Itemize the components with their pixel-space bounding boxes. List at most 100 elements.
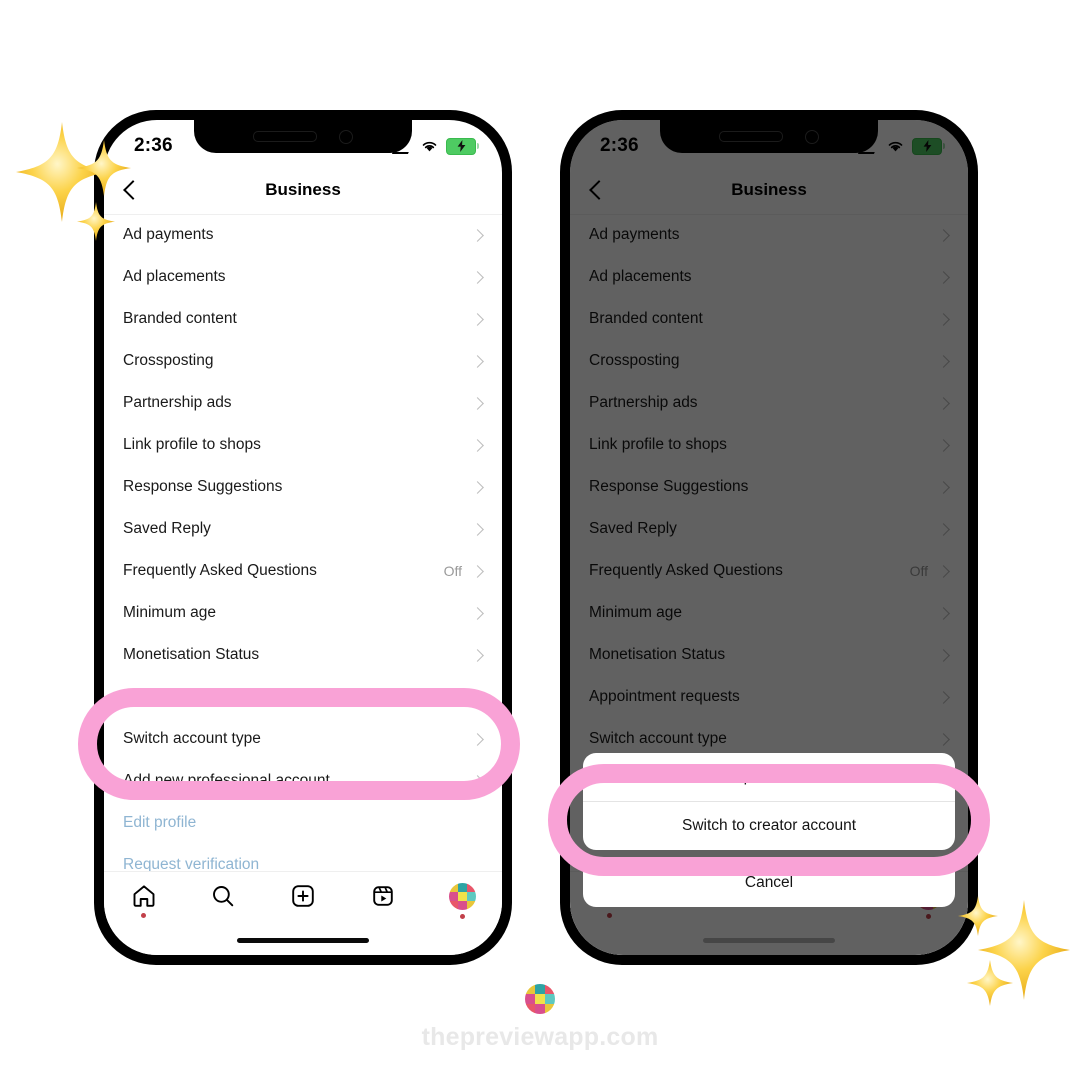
settings-row-label: Crossposting xyxy=(123,352,214,369)
settings-row-label: Frequently Asked Questions xyxy=(123,562,317,579)
chevron-right-icon xyxy=(471,522,484,536)
settings-row[interactable]: Partnership ads xyxy=(104,382,502,424)
settings-row-label: Partnership ads xyxy=(123,394,232,411)
action-sheet-options: Switch to personal account Switch to crea… xyxy=(583,753,955,850)
settings-row-label: Add new professional account xyxy=(123,772,330,789)
action-sheet-option[interactable]: Switch to personal account xyxy=(583,753,955,801)
chevron-right-icon xyxy=(471,270,484,284)
logo-grid-cell xyxy=(457,883,467,892)
chevron-right-icon xyxy=(471,228,484,242)
create-icon xyxy=(292,885,314,907)
wifi-icon xyxy=(422,141,437,152)
settings-row-label: Ad payments xyxy=(123,226,214,243)
logo-grid-cell xyxy=(535,994,545,1004)
logo-grid-cell xyxy=(448,883,458,892)
home-notification-dot xyxy=(141,913,147,918)
logo-grid-cell xyxy=(525,984,535,994)
chevron-right-icon xyxy=(471,396,484,410)
logo-grid-cell xyxy=(466,901,476,910)
settings-link-label: Edit profile xyxy=(123,814,197,831)
search-icon xyxy=(213,886,234,907)
chevron-right-icon xyxy=(471,774,484,788)
settings-row-label: Saved Reply xyxy=(123,520,211,537)
tab-create[interactable] xyxy=(276,883,330,918)
front-camera-icon xyxy=(805,129,819,144)
earpiece-speaker-icon xyxy=(253,131,317,142)
phone-mockup-left: 2:36 Business Ad payments Ad placements … xyxy=(94,110,512,965)
settings-row[interactable]: Add new professional account xyxy=(104,760,502,802)
settings-row[interactable]: Response Suggestions xyxy=(104,466,502,508)
chevron-right-icon xyxy=(471,354,484,368)
tab-search[interactable] xyxy=(196,883,250,918)
screenshot-canvas: 2:36 Business Ad payments Ad placements … xyxy=(0,0,1080,1080)
settings-row[interactable]: Crossposting xyxy=(104,340,502,382)
settings-row-value: Off xyxy=(443,563,462,579)
chevron-right-icon xyxy=(471,648,484,662)
home-icon xyxy=(133,885,155,907)
watermark-text: thepreviewapp.com xyxy=(421,1023,659,1051)
logo-grid-cell xyxy=(466,892,476,901)
chevron-right-icon xyxy=(471,312,484,326)
earpiece-speaker-icon xyxy=(719,131,783,142)
logo-grid-cell xyxy=(545,994,555,1004)
logo-grid-cell xyxy=(535,1004,545,1014)
front-camera-icon xyxy=(339,129,353,144)
settings-row-label: Branded content xyxy=(123,310,237,327)
tab-profile[interactable] xyxy=(435,883,489,919)
settings-row[interactable]: Branded content xyxy=(104,298,502,340)
settings-list-left[interactable]: Ad payments Ad placements Branded content C… xyxy=(104,214,502,955)
chevron-right-icon xyxy=(471,480,484,494)
chevron-right-icon xyxy=(471,606,484,620)
action-sheet-option[interactable]: Switch to creator account xyxy=(583,801,955,850)
profile-notification-dot xyxy=(459,914,465,919)
battery-charging-icon xyxy=(446,137,479,155)
chevron-right-icon xyxy=(471,690,484,704)
home-indicator-left xyxy=(237,938,369,943)
settings-link-row[interactable]: Edit profile xyxy=(104,802,502,844)
settings-row-label: Response Suggestions xyxy=(123,478,283,495)
notch xyxy=(194,120,412,153)
settings-row-label: Ad placements xyxy=(123,268,226,285)
logo-grid-cell xyxy=(545,1004,555,1014)
cancel-button[interactable]: Cancel xyxy=(583,859,955,907)
settings-row-label: Switch account type xyxy=(123,730,261,747)
logo-grid-cell xyxy=(466,883,476,892)
logo-grid-cell xyxy=(525,994,535,1004)
settings-row[interactable]: Ad placements xyxy=(104,256,502,298)
chevron-right-icon xyxy=(471,564,484,578)
logo-grid-cell xyxy=(457,892,467,901)
page-title: Business xyxy=(265,180,341,199)
nav-header-left: Business xyxy=(104,166,502,215)
phone-screen-left: 2:36 Business Ad payments Ad placements … xyxy=(104,120,502,955)
logo-grid-cell xyxy=(525,1004,535,1014)
settings-row[interactable]: Monetisation Status xyxy=(104,634,502,676)
settings-row[interactable]: Link profile to shops xyxy=(104,424,502,466)
phone-screen-right: 2:36 Business xyxy=(570,120,968,955)
settings-row[interactable]: Frequently Asked Questions Off xyxy=(104,550,502,592)
settings-row-label: Monetisation Status xyxy=(123,646,260,663)
settings-row[interactable]: Saved Reply xyxy=(104,508,502,550)
logo-grid-cell xyxy=(535,984,545,994)
settings-row[interactable]: Appointment requests xyxy=(104,676,502,718)
logo-grid-cell xyxy=(457,901,467,910)
settings-row-label: Appointment requests xyxy=(123,688,274,705)
profile-avatar-icon xyxy=(448,883,476,910)
watermark: thepreviewapp.com xyxy=(0,984,1080,1052)
tab-home[interactable] xyxy=(117,883,171,918)
notch xyxy=(660,120,878,153)
logo-grid-cell xyxy=(448,901,458,910)
logo-grid-cell xyxy=(545,984,555,994)
chevron-right-icon xyxy=(471,732,484,746)
settings-row[interactable]: Ad payments xyxy=(104,214,502,256)
chevron-right-icon xyxy=(471,438,484,452)
settings-row[interactable]: Switch account type xyxy=(104,718,502,760)
phone-mockup-right: 2:36 Business xyxy=(560,110,978,965)
action-sheet: Switch to personal account Switch to crea… xyxy=(583,753,955,907)
settings-row-label: Link profile to shops xyxy=(123,436,261,453)
settings-row[interactable]: Minimum age xyxy=(104,592,502,634)
tab-reels[interactable] xyxy=(356,883,410,918)
preview-app-logo-icon xyxy=(525,984,555,1014)
settings-row-label: Minimum age xyxy=(123,604,217,621)
reels-icon xyxy=(372,886,393,906)
logo-grid-cell xyxy=(448,892,458,901)
